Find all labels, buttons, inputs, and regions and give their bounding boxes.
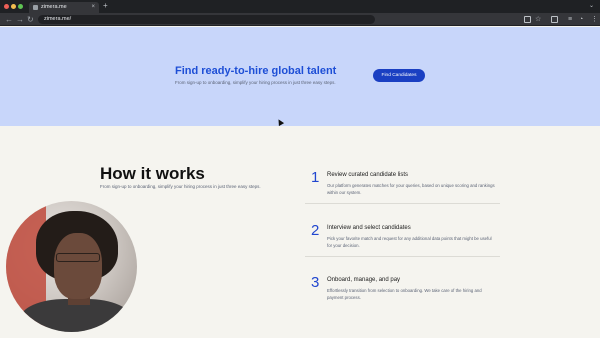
back-button[interactable]: ←: [5, 14, 13, 25]
find-candidates-button[interactable]: Find Candidates: [373, 69, 425, 82]
minimize-window-button[interactable]: [11, 4, 16, 9]
step-title: Interview and select candidates: [327, 225, 411, 231]
screen-cast-icon[interactable]: [524, 16, 531, 23]
browser-tab-bar: zimera.me × + ⌄: [0, 0, 600, 13]
step-title: Review curated candidate lists: [327, 172, 409, 178]
hero-title: Find ready-to-hire global talent: [175, 65, 337, 77]
new-tab-button[interactable]: +: [103, 1, 108, 11]
browser-toolbar: ← → ↻ zimera.me/ ☆ ≡ ◔ ⋮: [0, 13, 600, 26]
url-text: zimera.me/: [44, 16, 72, 22]
bookmark-star-icon[interactable]: ☆: [535, 14, 541, 25]
how-it-works-subtitle: From sign-up to onboarding, simplify you…: [100, 184, 261, 189]
media-controls-icon[interactable]: ≡: [568, 14, 572, 25]
step-description: Our platform generates matches for your …: [327, 183, 495, 195]
maximize-window-button[interactable]: [18, 4, 23, 9]
browser-menu-icon[interactable]: ⋮: [591, 14, 598, 25]
hero-subtitle: From sign-up to onboarding, simplify you…: [175, 80, 336, 85]
extensions-icon[interactable]: [551, 16, 558, 23]
presenter-glasses: [56, 253, 100, 262]
step-number: 3: [311, 274, 320, 291]
step-number: 2: [311, 222, 320, 239]
step-number: 1: [311, 169, 320, 186]
forward-button[interactable]: →: [16, 14, 24, 25]
step-description: Effortlessly transition from selection t…: [327, 288, 482, 300]
step-description: Pick your favorite match and request for…: [327, 236, 492, 248]
tab-title: zimera.me: [41, 4, 67, 10]
tab-close-icon[interactable]: ×: [91, 2, 95, 13]
hero-section: Find ready-to-hire global talent From si…: [0, 27, 600, 126]
browser-tab[interactable]: zimera.me ×: [29, 2, 99, 13]
step-divider: [305, 203, 500, 204]
how-it-works-title: How it works: [100, 164, 205, 183]
profile-icon[interactable]: ◔: [579, 14, 583, 25]
presenter-face: [54, 233, 102, 299]
reload-button[interactable]: ↻: [27, 14, 34, 25]
step-title: Onboard, manage, and pay: [327, 277, 401, 283]
tab-search-chevron-icon[interactable]: ⌄: [589, 2, 594, 9]
close-window-button[interactable]: [4, 4, 9, 9]
webcam-overlay: [6, 201, 137, 332]
address-bar[interactable]: zimera.me/: [38, 15, 375, 24]
step-divider: [305, 256, 500, 257]
site-favicon-icon: [33, 5, 38, 10]
